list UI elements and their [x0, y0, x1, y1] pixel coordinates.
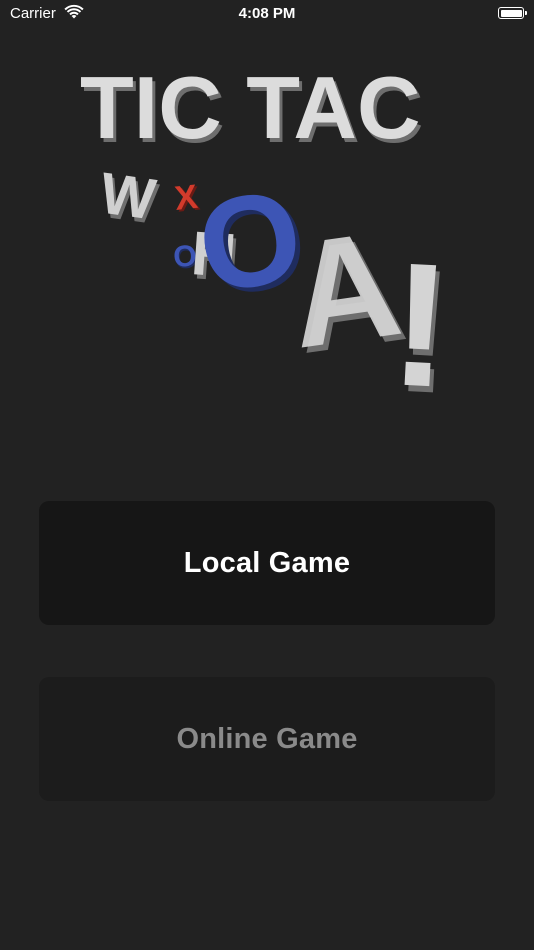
logo-line1-text: TIC TAC: [80, 62, 421, 157]
logo-exclaim: !: [386, 226, 455, 407]
status-bar: Carrier 4:08 PM: [0, 0, 534, 28]
status-time: 4:08 PM: [238, 5, 296, 22]
local-game-button[interactable]: Local Game: [39, 501, 495, 625]
game-logo: TIC TAC TIC TAC W W X X O O H H O O A A …: [70, 62, 470, 407]
logo-line1: TIC TAC TIC TAC: [80, 62, 424, 161]
battery-icon: [498, 7, 527, 19]
battery-fill: [500, 9, 522, 17]
local-game-label: Local Game: [183, 546, 351, 579]
logo-w: W: [96, 161, 160, 233]
online-game-button[interactable]: Online Game: [39, 677, 495, 801]
online-game-label: Online Game: [176, 722, 358, 755]
